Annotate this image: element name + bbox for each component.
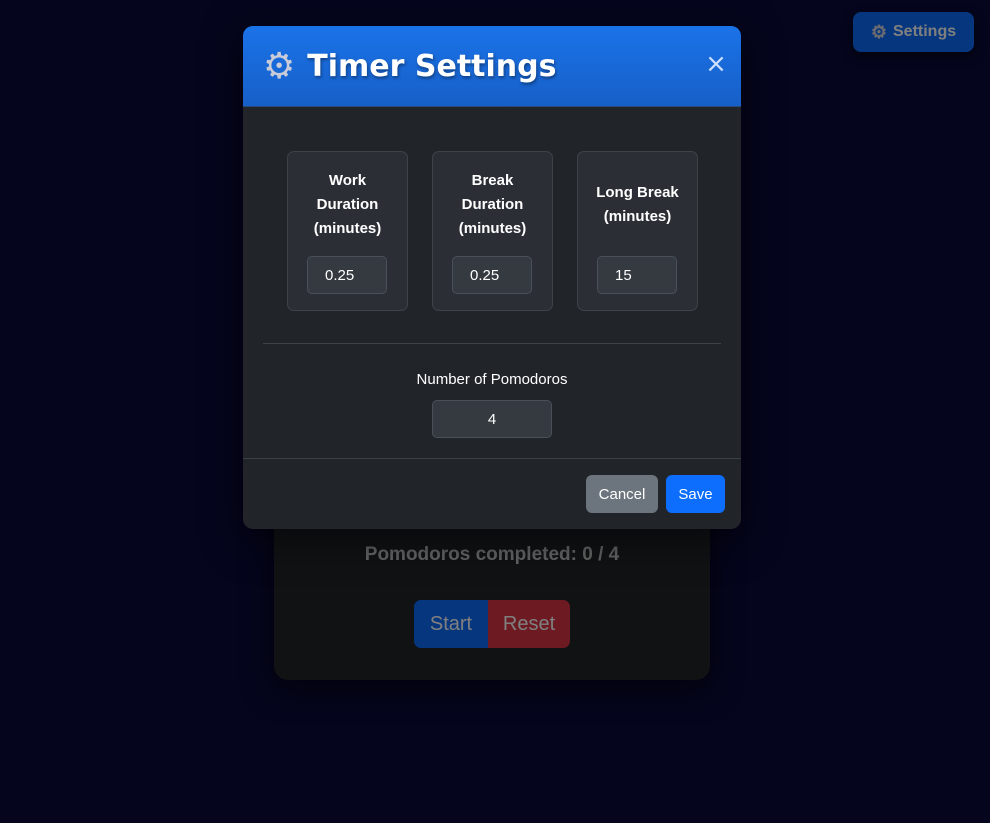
pomodoros-label: Number of Pomodoros xyxy=(416,371,568,388)
break-duration-label-line-1: Break xyxy=(471,172,514,189)
long-break-input[interactable] xyxy=(597,256,677,294)
break-duration-input[interactable] xyxy=(452,256,532,294)
duration-fields: Work Duration (minutes) Break Duration (… xyxy=(287,151,698,311)
work-duration-input[interactable] xyxy=(307,256,387,294)
break-duration-label-line-3: (minutes) xyxy=(458,220,527,237)
modal-header: ⚙ Timer Settings × xyxy=(243,26,741,107)
save-button[interactable]: Save xyxy=(666,475,725,513)
timer-settings-modal: ⚙ Timer Settings × Work Duration (minute… xyxy=(243,26,741,529)
work-duration-label-line-1: Work xyxy=(328,172,367,189)
long-break-label-line-1: Long Break xyxy=(596,184,679,201)
work-duration-label-line-2: Duration xyxy=(316,196,379,213)
work-duration-label-line-3: (minutes) xyxy=(313,220,382,237)
section-divider xyxy=(263,343,721,344)
pomodoros-input[interactable] xyxy=(432,400,552,438)
footer-divider xyxy=(243,458,741,459)
cancel-button[interactable]: Cancel xyxy=(586,475,658,513)
work-duration-card: Work Duration (minutes) xyxy=(287,151,408,311)
app-stage: ⚙ Settings Pomodoros completed: 0 / 4 St… xyxy=(0,0,990,823)
break-duration-card: Break Duration (minutes) xyxy=(432,151,553,311)
close-icon[interactable]: × xyxy=(705,51,727,77)
break-duration-label-line-2: Duration xyxy=(461,196,524,213)
gear-icon: ⚙ xyxy=(263,45,296,86)
long-break-card: Long Break (minutes) xyxy=(577,151,698,311)
long-break-label-line-2: (minutes) xyxy=(603,208,672,225)
modal-title: Timer Settings xyxy=(307,48,557,84)
